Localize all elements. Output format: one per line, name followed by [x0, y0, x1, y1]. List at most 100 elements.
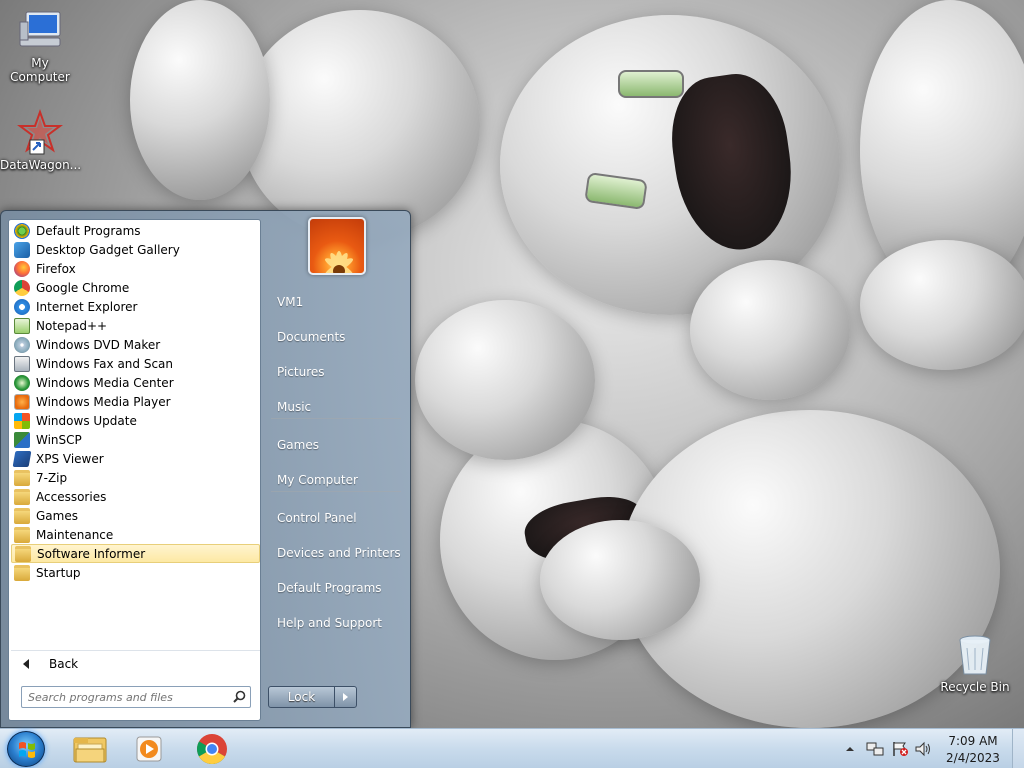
shutdown-options-arrow-button[interactable] — [334, 686, 357, 708]
program-item[interactable]: Default Programs — [11, 221, 260, 240]
taskbar-explorer-button[interactable] — [64, 732, 116, 766]
dvd-maker-icon — [14, 336, 30, 353]
program-item[interactable]: Windows Fax and Scan — [11, 354, 260, 373]
recycle-bin-icon — [951, 630, 999, 678]
action-center-icon[interactable] — [891, 741, 909, 757]
media-player-icon — [136, 736, 162, 762]
winscp-icon — [14, 431, 30, 448]
xps-viewer-icon — [12, 450, 32, 467]
program-label: Windows Media Center — [36, 375, 174, 390]
program-item[interactable]: WinSCP — [11, 430, 260, 449]
chrome-icon — [197, 734, 227, 765]
back-button[interactable]: Back — [11, 650, 260, 676]
menu-separator — [271, 491, 401, 492]
start-place-item[interactable]: Games — [268, 431, 403, 459]
taskbar-chrome-button[interactable] — [186, 732, 238, 766]
start-button[interactable] — [7, 731, 45, 767]
start-place-item[interactable]: Help and Support — [268, 609, 403, 637]
start-place-item[interactable]: Music — [268, 393, 403, 421]
program-label: Internet Explorer — [36, 299, 138, 314]
folder-icon — [14, 469, 30, 486]
program-item[interactable]: XPS Viewer — [11, 449, 260, 468]
program-item[interactable]: Windows Update — [11, 411, 260, 430]
program-label: Accessories — [36, 489, 107, 504]
desktop-icon-my-computer[interactable]: My Computer — [0, 6, 80, 84]
explorer-icon — [73, 737, 107, 763]
program-item[interactable]: Windows Media Center — [11, 373, 260, 392]
windows-logo-icon — [19, 742, 35, 758]
taskbar: 7:09 AM 2/4/2023 — [0, 728, 1024, 768]
show-hidden-icons-chevron[interactable] — [844, 743, 856, 755]
program-label: Default Programs — [36, 223, 141, 238]
taskbar-media-player-button[interactable] — [123, 732, 175, 766]
start-place-item[interactable]: Documents — [268, 323, 403, 351]
back-label: Back — [49, 656, 79, 671]
program-item[interactable]: Desktop Gadget Gallery — [11, 240, 260, 259]
program-item[interactable]: Software Informer — [11, 544, 260, 563]
program-item[interactable]: Windows Media Player — [11, 392, 260, 411]
media-center-icon — [14, 374, 30, 391]
desktop-icon-label: DataWagon... — [0, 158, 82, 172]
program-label: Maintenance — [36, 527, 114, 542]
network-icon[interactable] — [866, 741, 884, 757]
desktop-icon-datawagon[interactable]: DataWagon... — [0, 108, 82, 172]
notepadpp-icon — [14, 317, 30, 334]
default-programs-icon — [14, 222, 30, 239]
volume-icon[interactable] — [914, 741, 932, 757]
gadget-icon — [14, 241, 30, 258]
start-menu: Default Programs Desktop Gadget Gallery Fi… — [0, 210, 411, 728]
show-desktop-button[interactable] — [1012, 729, 1024, 768]
program-item[interactable]: Startup — [11, 563, 260, 582]
firefox-icon — [14, 260, 30, 277]
program-item[interactable]: 7-Zip — [11, 468, 260, 487]
desktop-icon-label: My Computer — [10, 56, 70, 84]
program-label: Software Informer — [37, 546, 146, 561]
program-item[interactable]: Windows DVD Maker — [11, 335, 260, 354]
start-place-item[interactable]: VM1 — [268, 288, 403, 316]
program-label: Windows Media Player — [36, 394, 171, 409]
ie-icon — [14, 298, 30, 315]
program-label: Games — [36, 508, 78, 523]
clock-date[interactable]: 2/4/2023 — [943, 751, 1003, 765]
program-label: Google Chrome — [36, 280, 130, 295]
program-item[interactable]: Firefox — [11, 259, 260, 278]
start-menu-programs-pane: Default Programs Desktop Gadget Gallery Fi… — [8, 219, 261, 721]
fax-icon — [14, 355, 30, 372]
desktop-icon-recycle-bin[interactable]: Recycle Bin — [935, 630, 1015, 694]
program-label: Notepad++ — [36, 318, 108, 333]
folder-icon — [14, 564, 30, 581]
back-arrow-icon — [23, 659, 29, 669]
start-place-item[interactable]: Default Programs — [268, 574, 403, 602]
program-label: Windows Fax and Scan — [36, 356, 174, 371]
program-item[interactable]: Accessories — [11, 487, 260, 506]
start-place-item[interactable]: Pictures — [268, 358, 403, 386]
clock-time[interactable]: 7:09 AM — [943, 734, 1003, 748]
user-picture-avatar[interactable] — [308, 217, 366, 275]
computer-icon — [16, 6, 64, 54]
search-input[interactable] — [22, 687, 222, 707]
program-label: Desktop Gadget Gallery — [36, 242, 180, 257]
program-label: Windows DVD Maker — [36, 337, 161, 352]
start-place-item[interactable]: My Computer — [268, 466, 403, 494]
lock-button[interactable]: Lock — [268, 686, 335, 708]
media-player-icon — [14, 393, 30, 410]
program-label: Firefox — [36, 261, 76, 276]
program-item[interactable]: Games — [11, 506, 260, 525]
start-place-item[interactable]: Devices and Printers — [268, 539, 403, 567]
search-box[interactable] — [21, 686, 251, 708]
folder-icon — [15, 545, 31, 562]
program-label: 7-Zip — [36, 470, 68, 485]
menu-separator — [271, 418, 401, 419]
program-item[interactable]: Notepad++ — [11, 316, 260, 335]
search-icon — [233, 690, 246, 703]
program-item[interactable]: Maintenance — [11, 525, 260, 544]
folder-icon — [14, 488, 30, 505]
program-label: Windows Update — [36, 413, 137, 428]
start-place-item[interactable]: Control Panel — [268, 504, 403, 532]
windows-update-icon — [14, 412, 30, 429]
program-item[interactable]: Google Chrome — [11, 278, 260, 297]
program-item[interactable]: Internet Explorer — [11, 297, 260, 316]
program-label: XPS Viewer — [36, 451, 104, 466]
program-label: WinSCP — [36, 432, 82, 447]
program-label: Startup — [36, 565, 81, 580]
